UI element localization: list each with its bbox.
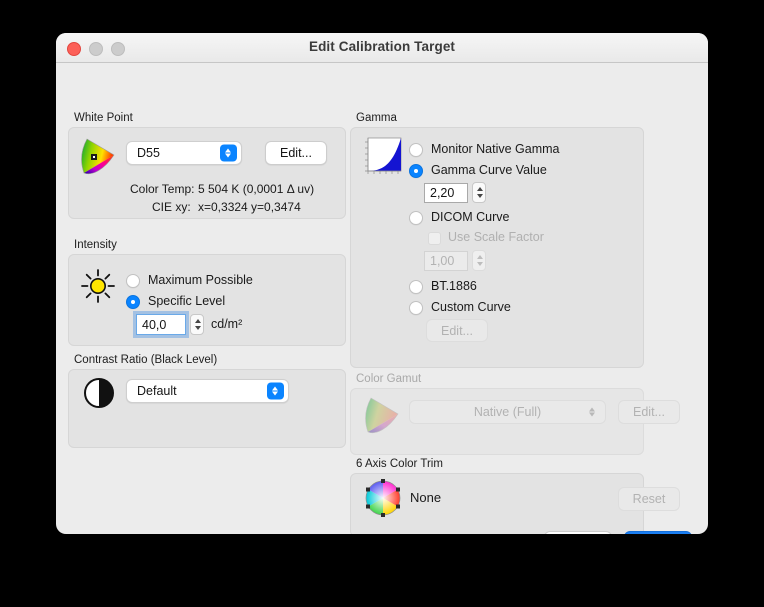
color-trim-reset-button[interactable]: Reset — [618, 487, 680, 511]
color-gamut-group-label: Color Gamut — [356, 373, 421, 385]
color-gamut-edit-button[interactable]: Edit... — [618, 400, 680, 424]
gamma-dicom-radio[interactable] — [409, 211, 423, 225]
gamma-curve-value-stepper[interactable] — [472, 182, 486, 203]
gamut-triangle-icon — [362, 395, 402, 437]
white-point-select[interactable]: D55 — [126, 141, 242, 165]
intensity-group-label: Intensity — [74, 239, 117, 251]
dialog-content: White Point — [56, 63, 708, 534]
color-gamut-select[interactable]: Native (Full) — [409, 400, 606, 424]
intensity-maximum-label: Maximum Possible — [148, 273, 253, 287]
gamma-curve-icon — [363, 136, 403, 178]
window-titlebar: Edit Calibration Target — [56, 33, 708, 63]
gamma-custom-curve-label: Custom Curve — [431, 300, 511, 314]
chevron-updown-icon — [220, 145, 237, 162]
gamma-native-radio[interactable] — [409, 143, 423, 157]
gamma-native-label: Monitor Native Gamma — [431, 142, 560, 156]
color-gamut-select-value: Native (Full) — [410, 405, 605, 419]
scale-factor-input[interactable]: 1,00 — [424, 251, 468, 271]
chevron-updown-icon — [584, 404, 601, 421]
intensity-value-input[interactable]: 40,0 — [136, 314, 186, 335]
sun-icon — [80, 268, 116, 304]
gamma-custom-curve-edit-button[interactable]: Edit... — [426, 319, 488, 342]
ok-button[interactable]: OK — [624, 531, 692, 534]
window-title: Edit Calibration Target — [56, 39, 708, 54]
gamma-dicom-label: DICOM Curve — [431, 210, 509, 224]
screen: Edit Calibration Target White Point — [0, 0, 764, 607]
scale-factor-stepper[interactable] — [472, 250, 486, 271]
edit-calibration-target-window: Edit Calibration Target White Point — [56, 33, 708, 534]
intensity-maximum-radio[interactable] — [126, 274, 140, 288]
intensity-unit-label: cd/m² — [211, 317, 242, 331]
contrast-select[interactable]: Default — [126, 379, 289, 403]
color-trim-value: None — [410, 490, 441, 505]
gamma-bt1886-radio[interactable] — [409, 280, 423, 294]
color-temp-value: 5 504 K (0,0001 Δ uv) — [198, 182, 314, 196]
intensity-specific-label: Specific Level — [148, 294, 225, 308]
white-point-select-value: D55 — [137, 146, 160, 160]
gamma-curve-value-input[interactable]: 2,20 — [424, 183, 468, 203]
white-point-edit-button[interactable]: Edit... — [265, 141, 327, 165]
gamma-custom-curve-radio[interactable] — [409, 301, 423, 315]
gamma-curve-value-radio[interactable] — [409, 164, 423, 178]
color-temp-label: Color Temp: — [130, 182, 194, 196]
color-trim-group-label: 6 Axis Color Trim — [356, 458, 443, 470]
gamma-curve-value-label: Gamma Curve Value — [431, 163, 547, 177]
cie-chromaticity-icon — [78, 136, 118, 178]
color-wheel-icon — [362, 477, 404, 519]
use-scale-factor-label: Use Scale Factor — [448, 230, 544, 244]
cie-xy-label: CIE xy: — [152, 200, 191, 214]
intensity-specific-radio[interactable] — [126, 295, 140, 309]
white-point-group-label: White Point — [74, 112, 133, 124]
gamma-group-label: Gamma — [356, 112, 397, 124]
gamma-bt1886-label: BT.1886 — [431, 279, 477, 293]
contrast-circle-icon — [82, 376, 116, 410]
intensity-value-stepper[interactable] — [190, 314, 204, 335]
contrast-group-label: Contrast Ratio (Black Level) — [74, 354, 217, 366]
contrast-select-value: Default — [137, 384, 177, 398]
chevron-updown-icon — [267, 383, 284, 400]
cie-xy-value: x=0,3324 y=0,3474 — [198, 200, 301, 214]
use-scale-factor-checkbox[interactable] — [428, 232, 441, 245]
cancel-button[interactable]: Cancel — [544, 531, 612, 534]
